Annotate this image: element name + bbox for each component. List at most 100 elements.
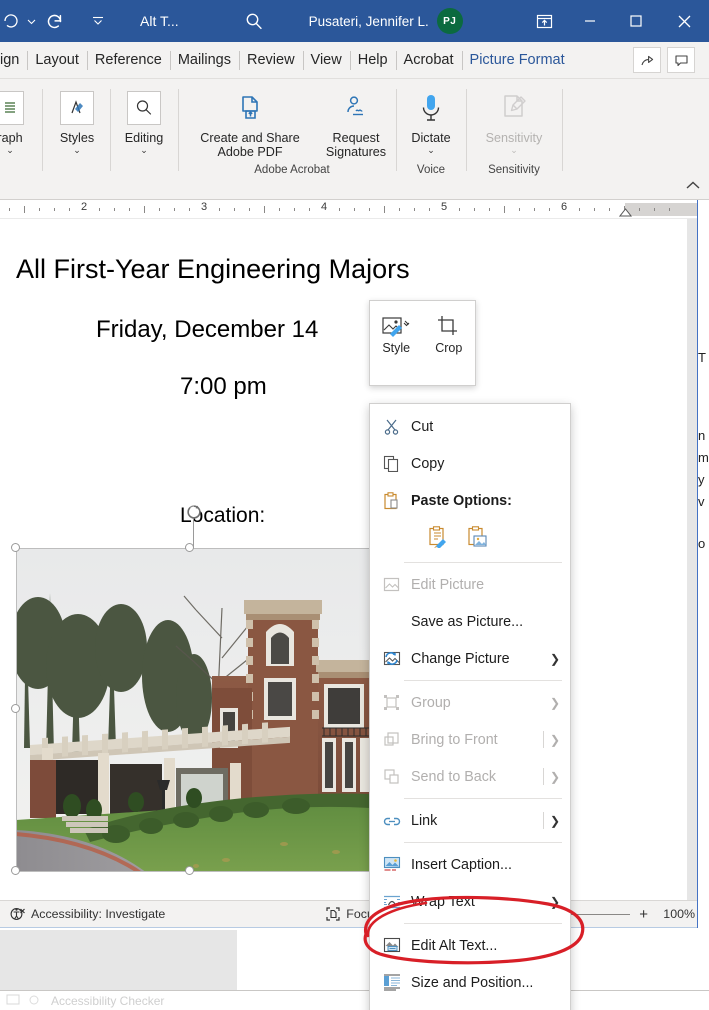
ribbon-button-sensitivity[interactable]: Sensitivity ⌄ Sensitivity	[468, 79, 560, 179]
resize-handle-bottom-center[interactable]	[185, 866, 194, 875]
undo-icon[interactable]	[0, 7, 22, 35]
document-page[interactable]: All First-Year Engineering Majors Friday…	[0, 219, 687, 900]
tab-acrobat[interactable]: Acrobat	[395, 42, 462, 79]
resize-handle-top-center[interactable]	[185, 543, 194, 552]
ribbon: raph ⌄ Styles ⌄	[0, 79, 709, 200]
tab-review[interactable]: Review	[239, 42, 303, 79]
tab-picture-format[interactable]: Picture Format	[461, 42, 573, 79]
ruler-tick	[39, 208, 40, 211]
resize-handle-bottom-left[interactable]	[11, 866, 20, 875]
ribbon-display-options-icon[interactable]	[521, 0, 567, 42]
ribbon-button-request-signatures[interactable]: Request Signatures Adobe Acrobat	[254, 79, 398, 179]
horizontal-ruler[interactable]: 2 3 4 5 6	[0, 200, 709, 219]
ribbon-tab-bar: ign Layout Reference Mailings Review Vie…	[0, 42, 709, 79]
ruler-tick	[129, 208, 130, 211]
zoom-controls[interactable]: + 100%	[568, 906, 709, 923]
context-menu-label-save-as-picture: Save as Picture...	[411, 613, 524, 630]
alt-text-pane-sliver[interactable]: T n m y v o	[697, 200, 709, 928]
ruler-tick	[249, 208, 250, 211]
context-menu-label-change-picture: Change Picture	[411, 650, 510, 667]
context-menu-item-cut[interactable]: Cut	[370, 408, 570, 445]
ribbon-button-styles[interactable]: Styles ⌄	[46, 85, 108, 155]
chevron-right-icon: ❯	[549, 894, 560, 909]
ruler-tick	[99, 208, 100, 211]
right-indent-marker[interactable]	[618, 208, 632, 217]
ribbon-button-dictate[interactable]: Dictate ⌄ Voice	[398, 79, 464, 179]
avatar[interactable]: PJ	[436, 8, 463, 34]
request-signatures-icon	[339, 85, 373, 131]
tab-mailings[interactable]: Mailings	[169, 42, 239, 79]
context-menu-item-copy[interactable]: Copy	[370, 445, 570, 482]
mini-toolbar-crop[interactable]: Crop	[423, 311, 476, 355]
minimize-button[interactable]	[567, 0, 613, 42]
tab-layout[interactable]: Layout	[27, 42, 87, 79]
change-picture-icon	[378, 649, 405, 669]
comments-icon[interactable]	[667, 47, 695, 73]
rotation-handle[interactable]	[185, 503, 201, 519]
ruler-number: 2	[80, 201, 88, 213]
ruler-tick	[474, 208, 475, 211]
menu-separator	[404, 842, 562, 843]
ruler-tick	[489, 208, 490, 211]
tab-design[interactable]: ign	[0, 42, 27, 79]
chevron-down-icon[interactable]: ⌄	[6, 146, 14, 155]
picture-mini-toolbar[interactable]: Style Crop	[369, 300, 476, 386]
bottom-white-area	[237, 930, 369, 990]
ruler-tick	[339, 208, 340, 211]
chevron-down-icon[interactable]	[24, 7, 38, 35]
tab-view[interactable]: View	[302, 42, 350, 79]
context-menu-item-size-and-position[interactable]: Size and Position...	[370, 964, 570, 1001]
paste-picture-icon[interactable]	[467, 525, 488, 553]
context-menu-item-wrap-text[interactable]: Wrap Text ❯	[370, 883, 570, 920]
chevron-down-icon[interactable]: ⌄	[510, 146, 518, 155]
document-area[interactable]: All First-Year Engineering Majors Friday…	[0, 219, 709, 900]
ruler-number: 6	[560, 201, 568, 213]
ribbon-group-styles: Styles ⌄	[46, 79, 108, 179]
zoom-percent-label[interactable]: 100%	[657, 907, 695, 921]
create-share-pdf-icon	[233, 85, 267, 131]
tab-references[interactable]: Reference	[86, 42, 170, 79]
ribbon-button-editing[interactable]: Editing ⌄	[112, 85, 176, 155]
menu-split-divider	[543, 768, 544, 785]
picture-context-menu[interactable]: Cut Copy Paste Options: Edit Picture Sav…	[369, 403, 571, 1010]
zoom-in-button[interactable]: +	[639, 906, 648, 923]
context-menu-item-paste-options: Paste Options:	[370, 482, 570, 519]
search-icon[interactable]	[239, 6, 269, 36]
chevron-down-icon[interactable]: ⌄	[73, 146, 81, 155]
tab-help[interactable]: Help	[349, 42, 396, 79]
share-icon[interactable]	[633, 47, 661, 73]
context-menu-item-save-as-picture[interactable]: Save as Picture...	[370, 603, 570, 640]
context-menu-item-format-picture[interactable]: Format Picture...	[370, 1001, 570, 1010]
close-button[interactable]	[659, 0, 709, 42]
ribbon-button-paragraph[interactable]: raph ⌄	[0, 85, 32, 155]
word-window: Alt T... Pusateri, Jennifer L. PJ ign La…	[0, 0, 709, 1010]
context-menu-item-insert-caption[interactable]: Insert Caption...	[370, 846, 570, 883]
status-accessibility[interactable]: Accessibility: Investigate	[0, 906, 175, 922]
context-menu-label-cut: Cut	[411, 418, 434, 435]
selected-picture[interactable]	[11, 505, 370, 875]
chevron-down-icon[interactable]: ⌄	[427, 146, 435, 155]
mini-toolbar-style[interactable]: Style	[370, 311, 423, 355]
context-menu-label-group: Group	[411, 694, 451, 711]
customize-quick-access-icon[interactable]	[84, 7, 112, 35]
context-menu-item-link[interactable]: Link ❯	[370, 802, 570, 839]
taskbar-clipped: Accessibility Checker	[0, 990, 709, 1010]
chevron-down-icon[interactable]: ⌄	[140, 146, 148, 155]
context-menu-label-wrap-text: Wrap Text	[411, 893, 475, 910]
paste-keep-formatting-icon[interactable]	[428, 525, 449, 553]
context-menu-item-edit-alt-text[interactable]: Edit Alt Text...	[370, 927, 570, 964]
window-controls	[521, 0, 709, 42]
resize-handle-top-left[interactable]	[11, 543, 20, 552]
resize-handle-middle-left[interactable]	[11, 704, 20, 713]
maximize-button[interactable]	[613, 0, 659, 42]
zoom-slider[interactable]	[568, 913, 631, 915]
ribbon-label-styles: Styles	[59, 131, 95, 145]
redo-icon[interactable]	[40, 7, 68, 35]
mini-toolbar-crop-label: Crop	[435, 341, 463, 355]
collapse-ribbon-icon[interactable]	[685, 178, 701, 196]
context-menu-item-change-picture[interactable]: Change Picture ❯	[370, 640, 570, 677]
ribbon-group-editing: Editing ⌄	[112, 79, 176, 179]
ruler-tick	[24, 206, 25, 213]
menu-separator	[404, 923, 562, 924]
account-area[interactable]: Pusateri, Jennifer L. PJ	[309, 8, 463, 34]
